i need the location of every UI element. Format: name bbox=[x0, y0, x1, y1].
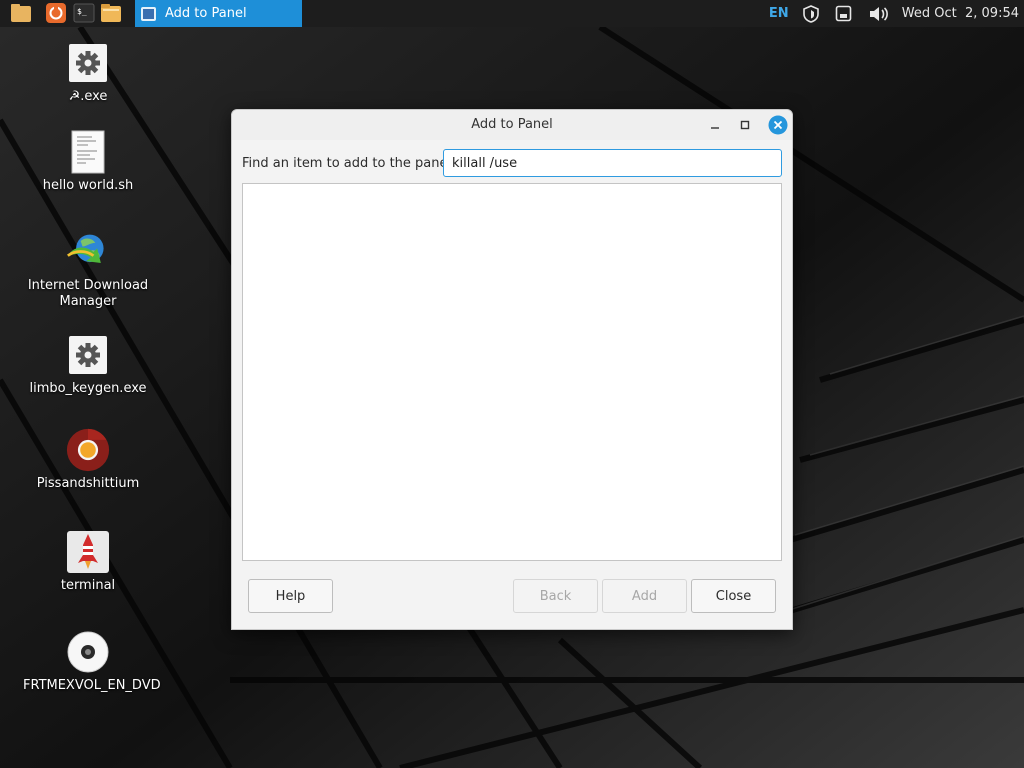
add-button[interactable]: Add bbox=[602, 579, 687, 613]
desktop-icon-label: .exe bbox=[80, 89, 108, 104]
folder-icon bbox=[11, 4, 31, 22]
disc-icon bbox=[66, 630, 110, 674]
minimize-icon bbox=[711, 127, 719, 129]
desktop-icon-label: Internet Download Manager bbox=[27, 278, 149, 309]
software-center-launcher[interactable] bbox=[44, 2, 68, 24]
software-center-icon bbox=[46, 3, 66, 23]
system-tray: EN Wed Oct 2, 09:54 bbox=[768, 0, 1024, 27]
desktop-icon-label: Pissandshittium bbox=[36, 476, 140, 491]
keyboard-layout-indicator[interactable]: EN bbox=[768, 6, 790, 21]
network-icon[interactable] bbox=[834, 5, 854, 22]
search-input[interactable] bbox=[443, 149, 782, 177]
desktop-icon-prefix: ☭ bbox=[68, 89, 81, 104]
results-list[interactable] bbox=[242, 183, 782, 561]
desktop-icon-label: FRTMEXVOL_EN_DVD bbox=[23, 678, 161, 693]
dialog-titlebar[interactable]: Add to Panel bbox=[232, 110, 792, 140]
desktop-icon-exe[interactable]: ☭.exe bbox=[8, 41, 168, 105]
close-button[interactable]: Close bbox=[691, 579, 776, 613]
desktop-icon-pissandshittium[interactable]: Pissandshittium bbox=[8, 428, 168, 492]
desktop-icon-frtmexvol-en-dvd[interactable]: FRTMEXVOL_EN_DVD bbox=[8, 630, 168, 694]
taskbar-task-add-to-panel[interactable]: Add to Panel bbox=[135, 0, 302, 27]
file-manager-launcher[interactable] bbox=[9, 2, 33, 24]
volume-icon[interactable] bbox=[868, 6, 890, 22]
desktop-icon-limbo-keygen-exe[interactable]: limbo_keygen.exe bbox=[8, 333, 168, 397]
desktop-icon-terminal[interactable]: terminal bbox=[8, 530, 168, 594]
folder-open-icon bbox=[101, 4, 121, 22]
back-button[interactable]: Back bbox=[513, 579, 598, 613]
maximize-icon bbox=[740, 120, 750, 130]
svg-text:$_: $_ bbox=[77, 7, 87, 16]
gear-icon bbox=[66, 41, 110, 85]
chromium-icon bbox=[66, 428, 110, 472]
desktop-icon-label: terminal bbox=[60, 578, 116, 593]
close-window-button[interactable] bbox=[768, 115, 788, 135]
shield-icon[interactable] bbox=[800, 4, 822, 23]
terminal-icon: $_ bbox=[73, 3, 95, 23]
idm-globe-icon bbox=[66, 230, 110, 274]
desktop-icon-internet-download-manager[interactable]: Internet Download Manager bbox=[8, 230, 168, 310]
terminal-launcher[interactable]: $_ bbox=[72, 2, 96, 24]
text-file-icon bbox=[66, 130, 110, 174]
rocket-icon bbox=[66, 530, 110, 574]
gear-icon bbox=[66, 333, 110, 377]
close-icon bbox=[768, 115, 788, 135]
window-icon bbox=[141, 6, 156, 21]
home-folder-launcher[interactable] bbox=[99, 2, 123, 24]
task-label: Add to Panel bbox=[165, 6, 247, 21]
desktop-icon-hello-world-sh[interactable]: hello world.sh bbox=[8, 130, 168, 194]
clock[interactable]: Wed Oct 2, 09:54 bbox=[902, 6, 1019, 21]
help-button[interactable]: Help bbox=[248, 579, 333, 613]
maximize-button[interactable] bbox=[736, 116, 754, 134]
minimize-button[interactable] bbox=[706, 116, 724, 134]
desktop-icon-label: limbo_keygen.exe bbox=[29, 381, 147, 396]
desktop-icon-label: hello world.sh bbox=[42, 178, 134, 193]
find-item-label: Find an item to add to the panel: bbox=[242, 156, 456, 171]
add-to-panel-dialog: Add to Panel Find an item to add to the … bbox=[231, 109, 793, 630]
top-panel: $_ Add to Panel EN Wed Oct 2, 09:54 bbox=[0, 0, 1024, 27]
